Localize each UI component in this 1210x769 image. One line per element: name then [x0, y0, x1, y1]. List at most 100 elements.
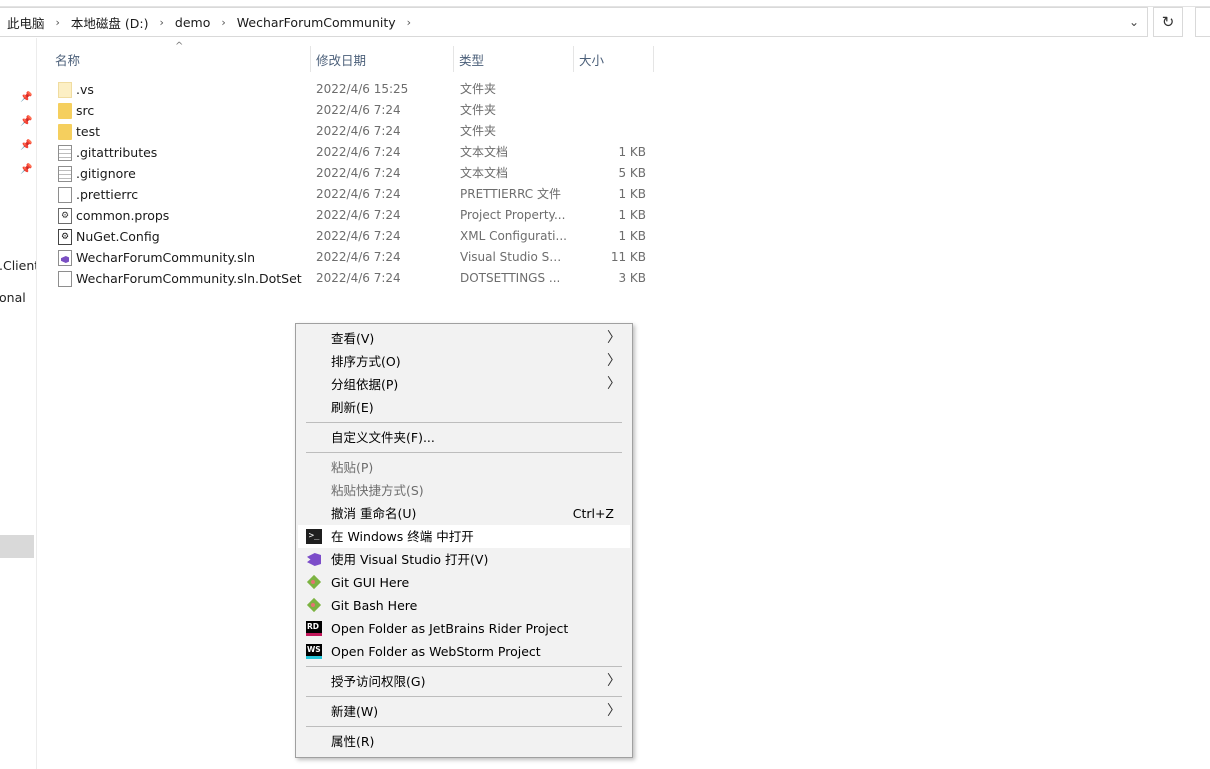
breadcrumb-local-disk[interactable]: 本地磁盘 (D:): [71, 13, 149, 32]
navigation-pane: 📌 📌 📌 📌 .Client onal: [0, 38, 37, 769]
file-size: 1 KB: [618, 187, 646, 201]
breadcrumb-this-pc[interactable]: 此电脑: [7, 13, 45, 32]
menu-item-group[interactable]: 分组依据(P) 〉: [298, 373, 630, 396]
breadcrumb-current-folder[interactable]: WecharForumCommunity: [237, 15, 396, 30]
column-header-name[interactable]: 名称: [49, 46, 310, 72]
file-type: XML Configurati...: [460, 229, 567, 243]
column-header-size[interactable]: 大小: [573, 46, 653, 72]
menu-item-git-gui[interactable]: Git GUI Here: [298, 571, 630, 594]
menu-item-label: Git Bash Here: [331, 598, 418, 613]
file-row[interactable]: ⚙ NuGet.Config 2022/4/6 7:24 XML Configu…: [40, 226, 660, 247]
breadcrumb: 此电脑 › 本地磁盘 (D:) › demo › WecharForumComm…: [7, 8, 422, 36]
menu-item-label: 自定义文件夹(F)...: [331, 430, 435, 445]
breadcrumb-demo[interactable]: demo: [175, 15, 210, 30]
search-input[interactable]: [1195, 7, 1210, 37]
refresh-button[interactable]: ↻: [1153, 7, 1183, 37]
text-file-icon: [58, 166, 72, 182]
file-row[interactable]: ⚙ common.props 2022/4/6 7:24 Project Pro…: [40, 205, 660, 226]
nav-item-selected[interactable]: [0, 535, 34, 558]
file-type: 文本文档: [460, 145, 509, 159]
menu-item-paste-shortcut[interactable]: 粘贴快捷方式(S): [298, 479, 630, 502]
file-type: 文本文档: [460, 166, 509, 180]
menu-item-view[interactable]: 查看(V) 〉: [298, 327, 630, 350]
address-bar[interactable]: 此电脑 › 本地磁盘 (D:) › demo › WecharForumComm…: [0, 7, 1148, 37]
folder-icon: [58, 124, 72, 140]
menu-item-shortcut: Ctrl+Z: [572, 506, 614, 521]
menu-item-label: 新建(W): [331, 704, 379, 719]
menu-item-paste[interactable]: 粘贴(P): [298, 456, 630, 479]
chevron-down-icon[interactable]: ⌄: [1123, 8, 1145, 36]
chevron-right-icon[interactable]: ›: [221, 16, 225, 29]
window-top-edge: [0, 0, 1210, 7]
chevron-right-icon: 〉: [607, 353, 621, 369]
column-header-type[interactable]: 类型: [453, 46, 573, 72]
terminal-icon: >_: [306, 529, 322, 544]
sln-file-icon: [58, 250, 72, 266]
file-name: test: [76, 124, 101, 139]
pin-icon[interactable]: 📌: [20, 92, 32, 104]
chevron-right-icon[interactable]: ›: [160, 16, 164, 29]
file-row[interactable]: src 2022/4/6 7:24 文件夹: [40, 100, 660, 121]
chevron-right-icon: 〉: [607, 376, 621, 392]
menu-item-customize-folder[interactable]: 自定义文件夹(F)...: [298, 426, 630, 449]
menu-item-label: 授予访问权限(G): [331, 674, 426, 689]
column-header-date[interactable]: 修改日期: [310, 46, 453, 72]
menu-item-label: Git GUI Here: [331, 575, 410, 590]
file-row[interactable]: .vs 2022/4/6 15:25 文件夹: [40, 79, 660, 100]
column-divider[interactable]: [653, 46, 654, 72]
file-name: common.props: [76, 208, 170, 223]
file-name: .prettierrc: [76, 187, 139, 202]
menu-item-label: 使用 Visual Studio 打开(V): [331, 552, 489, 567]
file-row[interactable]: WecharForumCommunity.sln.DotSetti... 202…: [40, 268, 660, 289]
file-row[interactable]: WecharForumCommunity.sln 2022/4/6 7:24 V…: [40, 247, 660, 268]
chevron-right-icon[interactable]: ›: [56, 16, 60, 29]
menu-item-open-webstorm[interactable]: WS Open Folder as WebStorm Project: [298, 640, 630, 663]
chevron-right-icon: 〉: [607, 673, 621, 689]
file-type: Project Property...: [460, 208, 566, 222]
menu-item-label: Open Folder as WebStorm Project: [331, 644, 541, 659]
file-date: 2022/4/6 7:24: [316, 229, 401, 243]
file-row[interactable]: .gitignore 2022/4/6 7:24 文本文档 5 KB: [40, 163, 660, 184]
rider-icon: RD: [306, 621, 322, 636]
nav-item-partial[interactable]: .Client: [0, 258, 36, 273]
file-type: 文件夹: [460, 124, 497, 138]
nav-item-partial[interactable]: onal: [0, 290, 26, 305]
file-date: 2022/4/6 7:24: [316, 208, 401, 222]
menu-item-open-rider[interactable]: RD Open Folder as JetBrains Rider Projec…: [298, 617, 630, 640]
menu-separator: [306, 726, 622, 727]
file-date: 2022/4/6 7:24: [316, 271, 401, 285]
menu-item-open-terminal[interactable]: >_ 在 Windows 终端 中打开: [298, 525, 630, 548]
menu-item-git-bash[interactable]: Git Bash Here: [298, 594, 630, 617]
menu-item-properties[interactable]: 属性(R): [298, 730, 630, 753]
menu-item-label: 属性(R): [331, 734, 375, 749]
file-date: 2022/4/6 15:25: [316, 82, 409, 96]
file-row[interactable]: .prettierrc 2022/4/6 7:24 PRETTIERRC 文件 …: [40, 184, 660, 205]
pin-icon[interactable]: 📌: [20, 164, 32, 176]
pin-icon[interactable]: 📌: [20, 116, 32, 128]
file-name: src: [76, 103, 95, 118]
chevron-right-icon[interactable]: ›: [407, 16, 411, 29]
file-date: 2022/4/6 7:24: [316, 187, 401, 201]
menu-separator: [306, 452, 622, 453]
pin-icon[interactable]: 📌: [20, 140, 32, 152]
menu-separator: [306, 696, 622, 697]
file-name: WecharForumCommunity.sln.DotSetti...: [76, 271, 302, 286]
file-row[interactable]: .gitattributes 2022/4/6 7:24 文本文档 1 KB: [40, 142, 660, 163]
git-icon: [306, 598, 322, 613]
file-size: [578, 100, 646, 121]
menu-item-refresh[interactable]: 刷新(E): [298, 396, 630, 419]
menu-item-sort[interactable]: 排序方式(O) 〉: [298, 350, 630, 373]
menu-item-label: 刷新(E): [331, 400, 374, 415]
git-icon: [306, 575, 322, 590]
menu-item-label: Open Folder as JetBrains Rider Project: [331, 621, 569, 636]
menu-item-grant-access[interactable]: 授予访问权限(G) 〉: [298, 670, 630, 693]
menu-item-open-visual-studio[interactable]: 使用 Visual Studio 打开(V): [298, 548, 630, 571]
menu-item-undo-rename[interactable]: 撤消 重命名(U) Ctrl+Z: [298, 502, 630, 525]
menu-item-new[interactable]: 新建(W) 〉: [298, 700, 630, 723]
file-row[interactable]: test 2022/4/6 7:24 文件夹: [40, 121, 660, 142]
menu-item-label: 粘贴(P): [331, 460, 374, 475]
file-date: 2022/4/6 7:24: [316, 250, 401, 264]
file-date: 2022/4/6 7:24: [316, 166, 401, 180]
menu-separator: [306, 422, 622, 423]
menu-separator: [306, 666, 622, 667]
